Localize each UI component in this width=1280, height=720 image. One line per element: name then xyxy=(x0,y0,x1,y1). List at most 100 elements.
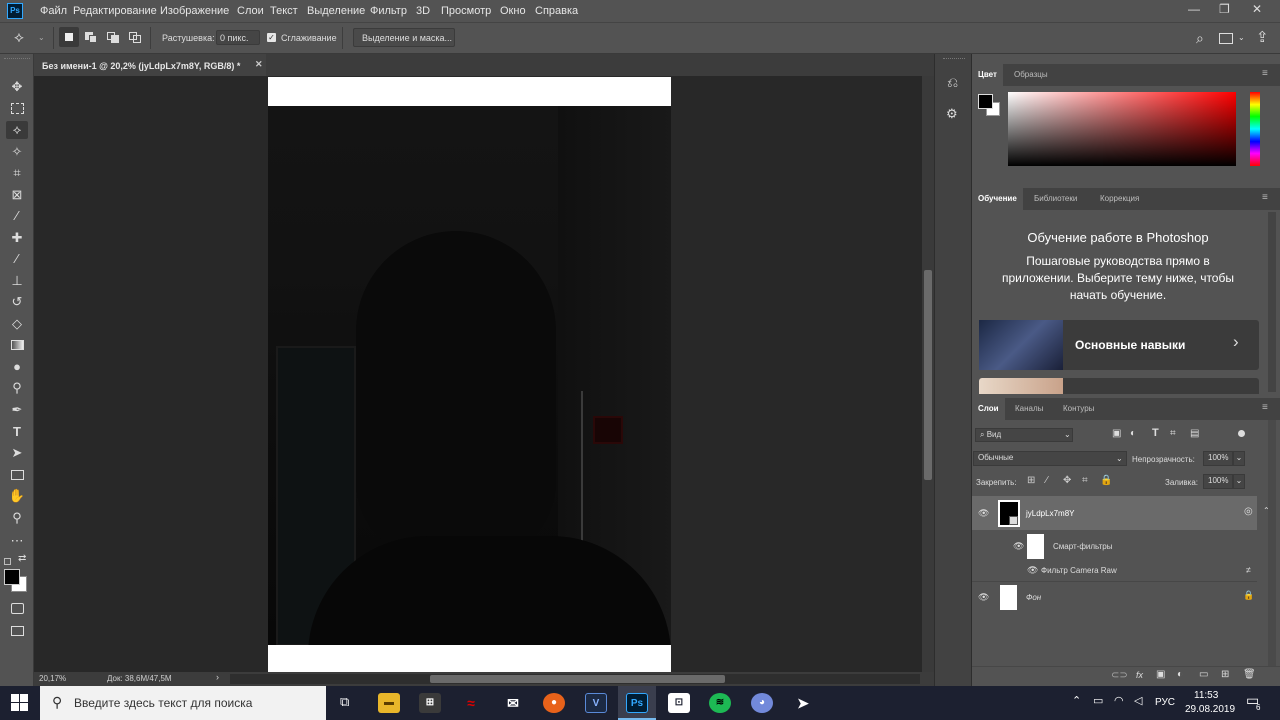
tray-expand-icon[interactable]: ⌃ xyxy=(1072,694,1081,707)
workspace-chevron-icon[interactable]: ⌄ xyxy=(1238,33,1245,42)
horizontal-scroll-thumb[interactable] xyxy=(430,675,725,683)
menu-3d[interactable]: 3D xyxy=(416,5,430,17)
layer-name-background[interactable]: Фон xyxy=(1026,593,1041,602)
learn-card-next[interactable] xyxy=(979,378,1259,394)
battery-icon[interactable]: ▭ xyxy=(1093,694,1103,707)
rectangle-tool-icon[interactable] xyxy=(6,466,28,484)
clone-stamp-tool-icon[interactable]: ⊥ xyxy=(6,272,28,290)
tab-paths[interactable]: Контуры xyxy=(1057,398,1100,420)
restore-icon[interactable]: ❐ xyxy=(1219,2,1230,16)
pen-tool-icon[interactable]: ✒ xyxy=(6,401,28,419)
history-panel-icon[interactable]: ⎌ xyxy=(947,74,958,91)
taskbar-search[interactable]: ⚲ Введите здесь текст для поиска xyxy=(40,686,326,720)
learn-card-basics[interactable]: Основные навыки › xyxy=(979,320,1259,370)
layer-row-main[interactable]: 👁 jyLdpLx7m8Y ◎ xyxy=(972,496,1257,530)
menu-filter[interactable]: Фильтр xyxy=(370,5,407,17)
color-picker-field[interactable] xyxy=(1008,92,1236,166)
smart-filter-toggle-icon[interactable]: ◎ xyxy=(1244,506,1253,517)
menu-image[interactable]: Изображение xyxy=(160,5,229,17)
new-layer-icon[interactable]: ⊞ xyxy=(1221,669,1229,680)
lock-artboard-icon[interactable]: ⌗ xyxy=(1082,475,1088,486)
quick-mask-icon[interactable] xyxy=(6,600,28,618)
delete-layer-icon[interactable]: 🗑 xyxy=(1243,669,1256,680)
document-tab[interactable]: Без имени-1 @ 20,2% (jyLdpLx7m8Y, RGB/8)… xyxy=(34,54,266,76)
task-view-icon[interactable]: ⧉ xyxy=(340,694,349,710)
status-menu-chevron-icon[interactable]: › xyxy=(216,672,219,682)
lock-all-icon[interactable]: 🔒 xyxy=(1100,475,1112,486)
more-tools-icon[interactable]: ⋯ xyxy=(6,532,28,550)
menu-view[interactable]: Просмотр xyxy=(441,5,491,17)
opacity-chevron-icon[interactable]: ⌄ xyxy=(1233,451,1245,466)
zoom-tool-icon[interactable]: ⚲ xyxy=(6,509,28,527)
file-explorer-icon[interactable]: ▬ xyxy=(378,693,400,713)
zoom-level[interactable]: 20,17% xyxy=(39,674,66,683)
history-brush-tool-icon[interactable]: ↺ xyxy=(6,293,28,311)
opacity-input[interactable]: 100% xyxy=(1203,451,1233,466)
firefox-icon[interactable]: ● xyxy=(543,693,565,713)
search-icon[interactable]: ⌕ xyxy=(1196,30,1204,47)
mail-icon[interactable]: ✉ xyxy=(502,693,524,713)
windows-start-icon[interactable] xyxy=(11,694,29,712)
path-selection-tool-icon[interactable]: ➤ xyxy=(6,444,28,462)
new-selection-button[interactable] xyxy=(59,27,79,47)
layer-row-camera-raw[interactable]: 👁 Фильтр Camera Raw ≠ xyxy=(972,562,1257,580)
polygonal-lasso-icon[interactable]: ⟡ xyxy=(14,29,24,46)
tool-preset-chevron-icon[interactable]: ⌄ xyxy=(38,33,45,42)
menu-select[interactable]: Выделение xyxy=(307,5,365,17)
spotify-icon[interactable]: ≋ xyxy=(709,693,731,713)
layer-name-main[interactable]: jyLdpLx7m8Y xyxy=(1026,509,1074,518)
workspace-icon[interactable] xyxy=(1219,33,1233,44)
telegram-icon[interactable]: ➤ xyxy=(792,693,814,713)
tab-libraries[interactable]: Библиотеки xyxy=(1028,188,1083,210)
feather-input[interactable]: 0 пикс. xyxy=(216,30,260,45)
game-app-icon[interactable]: ≈ xyxy=(460,693,482,713)
lock-transparency-icon[interactable]: ⊞ xyxy=(1027,475,1035,486)
tab-layers[interactable]: Слои xyxy=(972,398,1005,420)
filter-adjustment-icon[interactable]: ◐ xyxy=(1130,428,1136,439)
language-indicator[interactable]: РУС xyxy=(1155,697,1175,708)
lock-position-icon[interactable]: ✥ xyxy=(1063,475,1071,486)
lasso-tool-icon[interactable]: ⟡ xyxy=(6,121,28,139)
brush-tool-icon[interactable]: ∕ xyxy=(6,250,28,268)
tab-learn[interactable]: Обучение xyxy=(972,188,1023,210)
clock-date[interactable]: 29.08.2019 xyxy=(1185,704,1235,715)
swap-colors-icon[interactable]: ⇄ xyxy=(18,553,26,564)
type-tool-icon[interactable]: T xyxy=(6,423,28,441)
volume-icon[interactable]: ◁ xyxy=(1134,694,1142,707)
photoshop-taskbar-icon[interactable]: Ps xyxy=(626,693,648,713)
frame-tool-icon[interactable]: ⊠ xyxy=(6,186,28,204)
tab-adjustments[interactable]: Коррекция xyxy=(1094,188,1145,210)
blur-tool-icon[interactable]: ● xyxy=(6,358,28,376)
filter-shape-icon[interactable]: ⌗ xyxy=(1170,428,1176,439)
gradient-tool-icon[interactable] xyxy=(6,336,28,354)
menu-edit[interactable]: Редактирование xyxy=(73,5,157,17)
visual-studio-icon[interactable]: V xyxy=(585,693,607,713)
adjustment-layer-icon[interactable]: ◐ xyxy=(1177,669,1183,680)
layer-row-background[interactable]: 👁 Фон 🔒 xyxy=(972,581,1257,611)
tab-color[interactable]: Цвет xyxy=(972,64,1003,86)
learn-scrollbar[interactable] xyxy=(1268,212,1276,392)
vertical-scroll-thumb[interactable] xyxy=(924,270,932,480)
menu-type[interactable]: Текст xyxy=(270,5,298,17)
antialias-checkbox[interactable]: ✓ xyxy=(267,33,276,42)
panel-menu-icon[interactable]: ≡ xyxy=(1262,402,1268,413)
color-fg-swatch[interactable] xyxy=(978,94,993,109)
visibility-eye-icon[interactable]: 👁 xyxy=(1013,541,1024,552)
menu-file[interactable]: Файл xyxy=(40,5,67,17)
lock-pixels-icon[interactable]: ∕ xyxy=(1046,475,1048,486)
share-icon[interactable]: ⇪ xyxy=(1256,28,1269,46)
fill-input[interactable]: 100% xyxy=(1203,474,1233,489)
fill-chevron-icon[interactable]: ⌄ xyxy=(1233,474,1245,489)
close-icon[interactable]: ✕ xyxy=(1252,2,1262,16)
discord-icon[interactable]: ◕ xyxy=(751,693,773,713)
select-and-mask-button[interactable]: Выделение и маска... xyxy=(353,28,455,47)
magic-wand-tool-icon[interactable]: ✧ xyxy=(6,143,28,161)
filter-smart-object-icon[interactable]: ▤ xyxy=(1190,428,1199,439)
filter-pixel-icon[interactable]: ▣ xyxy=(1112,428,1121,439)
blend-mode-select[interactable]: Обычные ⌄ xyxy=(973,451,1127,466)
minimize-icon[interactable]: — xyxy=(1188,2,1200,16)
dodge-tool-icon[interactable]: ⚲ xyxy=(6,379,28,397)
tab-swatches[interactable]: Образцы xyxy=(1008,64,1054,86)
hand-tool-icon[interactable]: ✋ xyxy=(6,487,28,505)
panel-menu-icon[interactable]: ≡ xyxy=(1262,192,1268,203)
